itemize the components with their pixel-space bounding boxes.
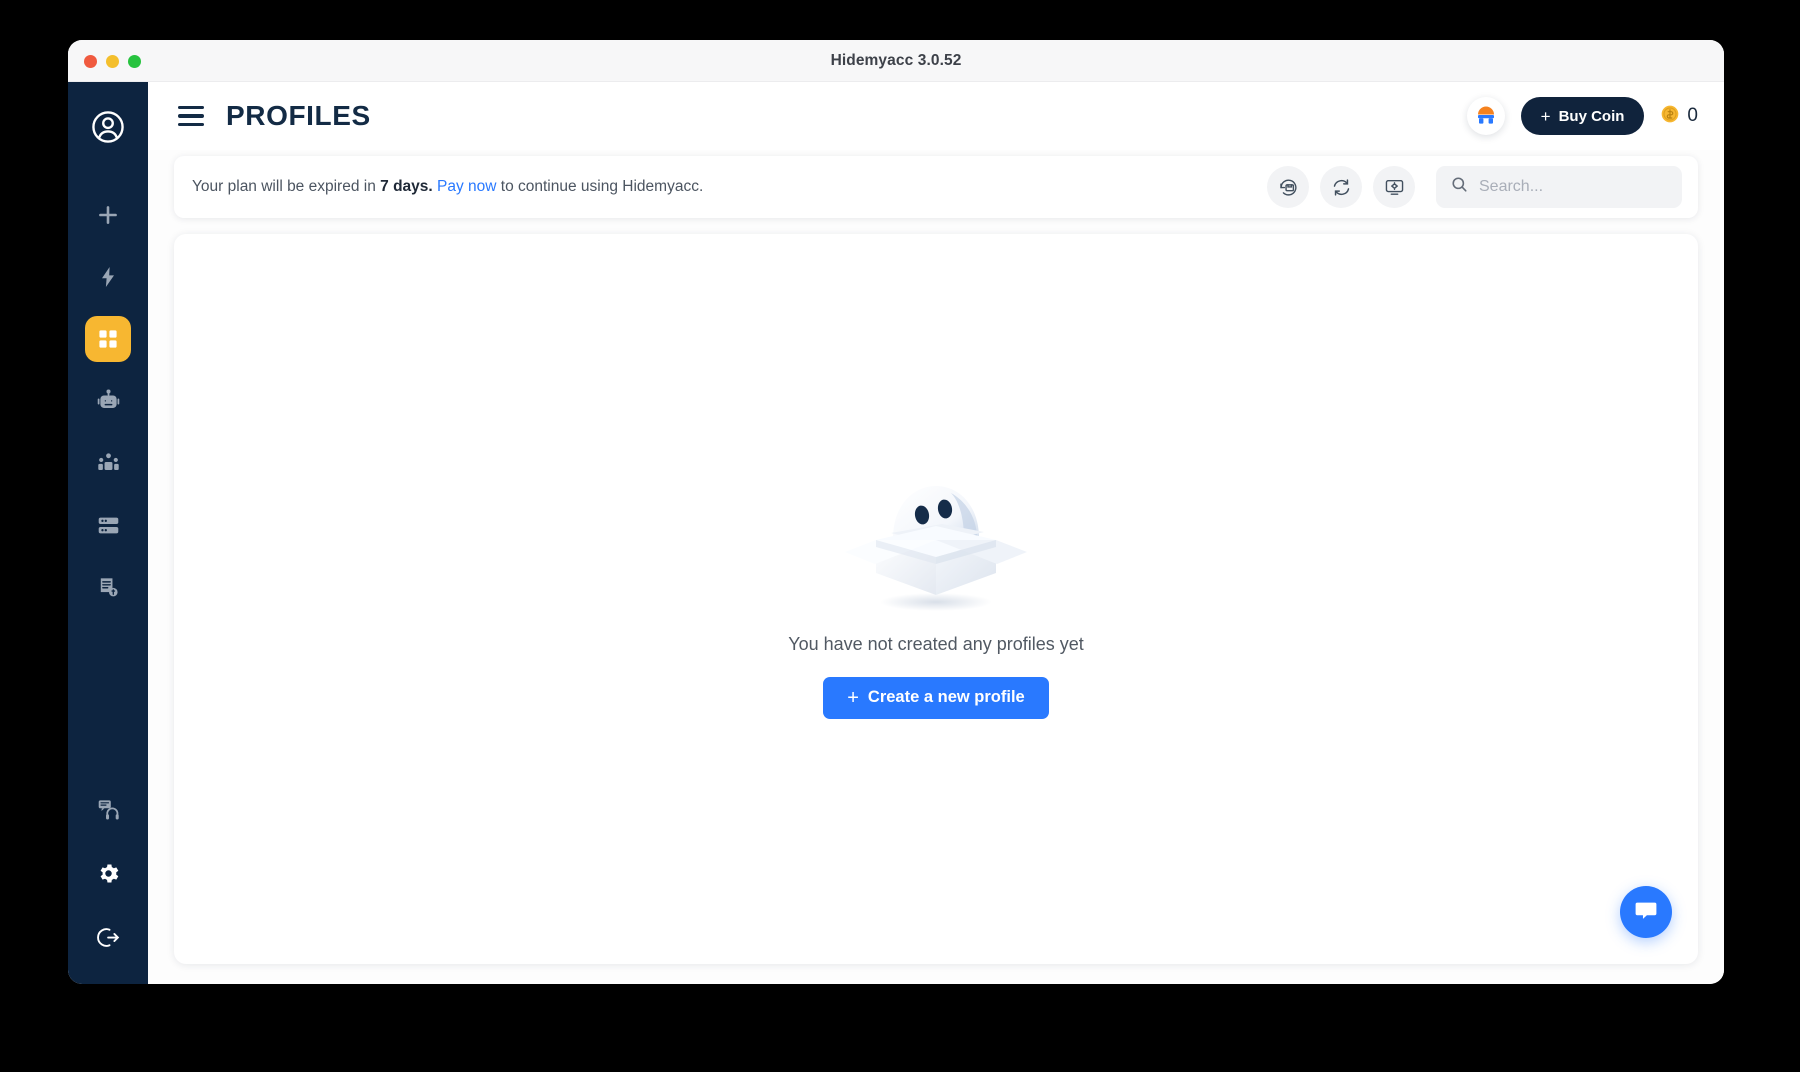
hamburger-icon[interactable] [178, 106, 204, 126]
coin-balance[interactable]: 0 [1660, 104, 1698, 129]
team-icon [96, 451, 121, 476]
sidebar-item-profiles[interactable] [85, 316, 131, 362]
extension-avatar-icon[interactable] [1466, 97, 1505, 135]
robot-icon [96, 388, 121, 414]
page-title: PROFILES [226, 100, 371, 131]
sidebar-item-new[interactable] [85, 192, 131, 238]
window-body: PROFILES + Buy Coin 0 Your plan will be … [68, 82, 1724, 984]
title-bar: Hidemyacc 3.0.52 [68, 40, 1724, 82]
create-plus-icon: + [847, 686, 859, 709]
lightning-icon [96, 265, 120, 289]
gear-icon [96, 861, 121, 886]
plan-expiry-notice: Your plan will be expired in 7 days. Pay… [174, 156, 1698, 218]
empty-state: You have not created any profiles yet + … [788, 430, 1084, 719]
main-area: PROFILES + Buy Coin 0 Your plan will be … [148, 82, 1724, 984]
monitor-settings-icon[interactable] [1373, 166, 1415, 208]
logout-icon [96, 925, 121, 950]
pay-now-link[interactable]: Pay now [437, 178, 496, 195]
sidebar [68, 82, 148, 984]
buy-coin-button[interactable]: + Buy Coin [1520, 97, 1645, 135]
notice-text: Your plan will be expired in 7 days. Pay… [192, 178, 703, 196]
buy-coin-label: Buy Coin [1558, 107, 1625, 125]
coin-icon [1660, 104, 1680, 129]
sidebar-item-automation[interactable] [85, 378, 131, 424]
search-input[interactable] [1479, 178, 1668, 196]
coin-count: 0 [1687, 105, 1698, 126]
sidebar-item-logout[interactable] [85, 914, 131, 960]
notice-prefix: Your plan will be expired in [192, 178, 381, 195]
profiles-content-card: You have not created any profiles yet + … [174, 234, 1698, 964]
sidebar-item-support[interactable] [85, 786, 131, 832]
page-header: PROFILES + Buy Coin 0 [148, 82, 1724, 150]
sidebar-item-account[interactable] [85, 104, 131, 150]
sidebar-item-quick-actions[interactable] [85, 254, 131, 300]
hamburger-bar [178, 114, 204, 118]
sidebar-item-team[interactable] [85, 440, 131, 486]
notice-suffix: to continue using Hidemyacc. [496, 178, 704, 195]
close-window-button[interactable] [84, 54, 97, 68]
restore-backup-icon[interactable] [1267, 166, 1309, 208]
hamburger-bar [178, 106, 204, 110]
plus-icon [95, 202, 121, 228]
user-circle-icon [89, 108, 127, 146]
create-new-profile-button[interactable]: + Create a new profile [823, 676, 1049, 719]
buy-coin-plus: + [1540, 106, 1551, 126]
maximize-window-button[interactable] [128, 54, 141, 68]
sidebar-item-settings[interactable] [85, 850, 131, 896]
sidebar-item-proxy[interactable] [85, 502, 131, 548]
notice-actions [1267, 166, 1682, 208]
search-icon [1450, 175, 1469, 199]
server-icon [96, 513, 121, 538]
header-actions: + Buy Coin 0 [1466, 97, 1698, 135]
hamburger-bar [178, 122, 204, 126]
chat-support-button[interactable] [1620, 886, 1672, 938]
sidebar-bottom-group [85, 786, 131, 964]
traffic-lights [84, 40, 141, 82]
app-window: Hidemyacc 3.0.52 PROFILES + Buy Coin 0 Y… [68, 40, 1724, 984]
ghost-in-open-box-illustration [831, 430, 1041, 620]
empty-state-message: You have not created any profiles yet [788, 633, 1084, 654]
search-box[interactable] [1436, 166, 1682, 208]
create-button-label: Create a new profile [867, 688, 1025, 706]
invoice-icon [96, 575, 121, 600]
minimize-window-button[interactable] [106, 54, 119, 68]
headset-support-icon [96, 797, 121, 822]
sidebar-item-billing[interactable] [85, 564, 131, 610]
sync-refresh-icon[interactable] [1320, 166, 1362, 208]
chat-bubble-icon [1633, 897, 1659, 928]
notice-days: 7 days. [380, 178, 433, 195]
grid-icon [96, 327, 120, 351]
window-title: Hidemyacc 3.0.52 [830, 51, 962, 69]
